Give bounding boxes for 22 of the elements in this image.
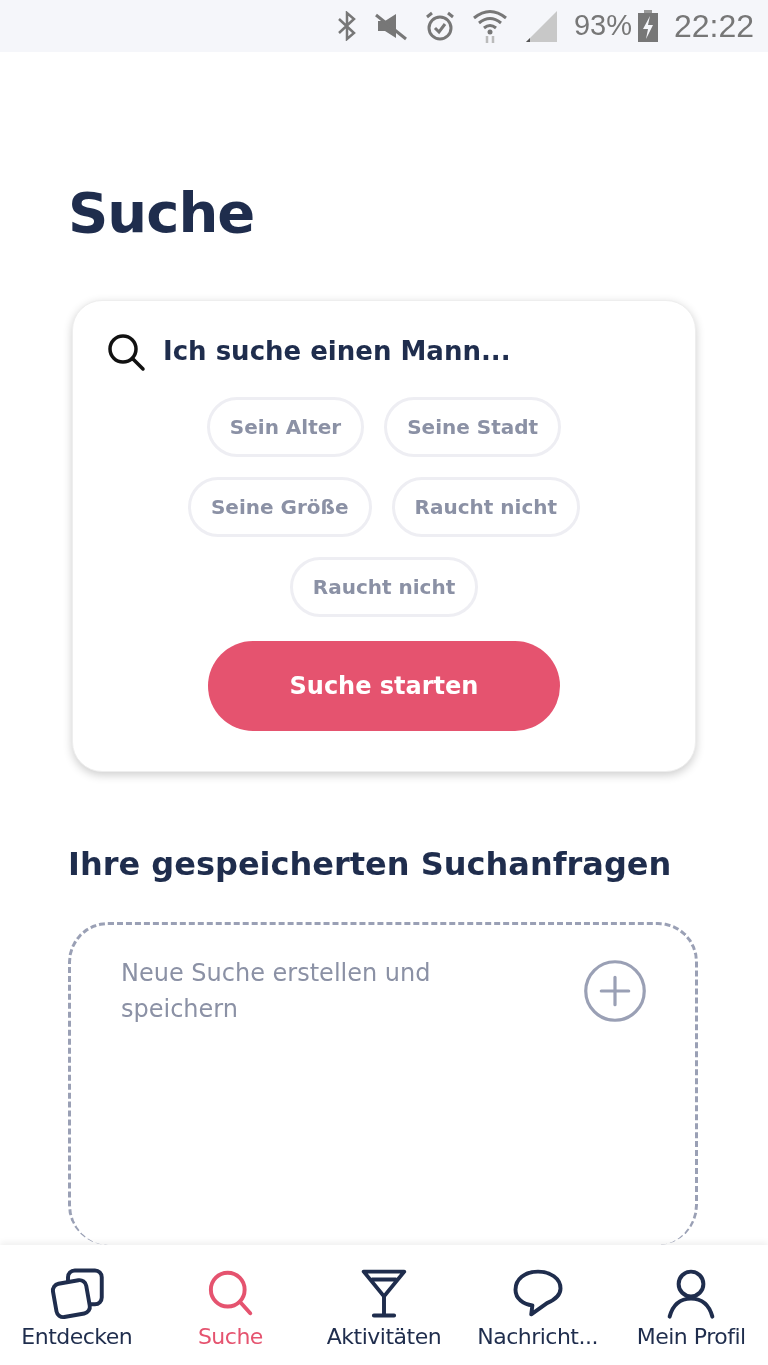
nav-tab[interactable]: Entdecken <box>0 1245 154 1365</box>
section-heading: Ihre gespeicherten Suchanfragen <box>67 843 673 885</box>
battery-charging-icon <box>637 10 658 42</box>
add-icon <box>583 959 647 1024</box>
clock-time: 22:22 <box>673 7 754 46</box>
search-prompt: Ich suche einen Mann... <box>163 335 511 369</box>
page-title: Suche <box>67 179 256 244</box>
filter-chip[interactable]: Seine Größe <box>187 476 372 537</box>
nav-tab[interactable]: Aktivitäten <box>307 1245 461 1365</box>
wifi-icon <box>471 8 508 44</box>
battery-percent: 93% <box>573 8 632 44</box>
filter-chip[interactable]: Raucht nicht <box>289 556 479 617</box>
filter-chip[interactable]: Sein Alter <box>206 396 365 457</box>
start-search-button[interactable]: Suche starten <box>208 640 560 731</box>
mute-icon <box>373 11 408 41</box>
filter-chip[interactable]: Seine Stadt <box>384 396 562 457</box>
alarm-icon <box>423 10 456 42</box>
nav-tab[interactable]: Nachricht... <box>460 1245 615 1365</box>
filter-chip[interactable]: Raucht nicht <box>391 476 581 537</box>
new-search-text: Neue Suche erstellen und speichern <box>121 958 432 1026</box>
nav-tab[interactable]: Mein Profil <box>614 1245 768 1365</box>
nav-tab[interactable]: Suche <box>153 1245 308 1365</box>
